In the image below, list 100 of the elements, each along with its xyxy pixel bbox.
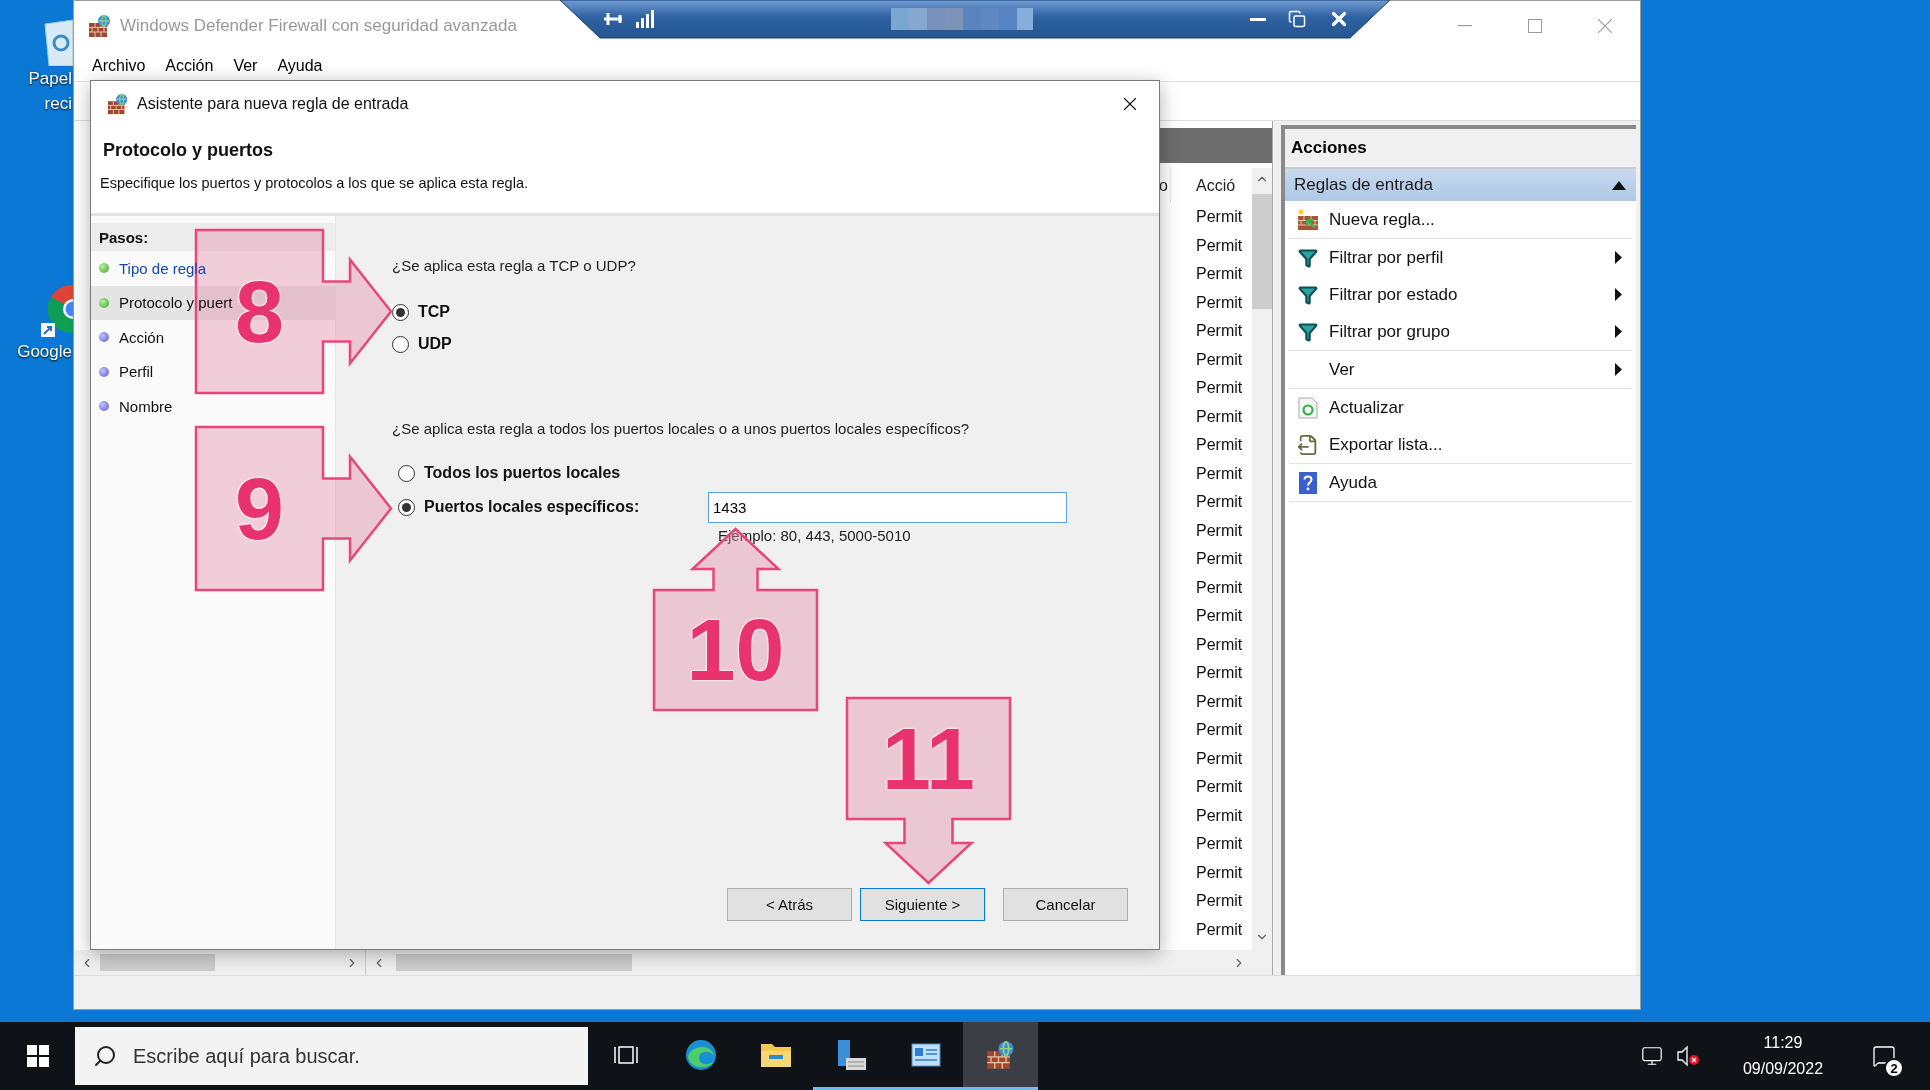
desktop-icon-label: reci (44, 93, 73, 115)
table-cell-text: Permit (1195, 749, 1244, 768)
action-item[interactable]: Filtrar por estado (1289, 276, 1632, 313)
minimize-icon[interactable] (1250, 17, 1266, 21)
menu-item[interactable]: Ayuda (267, 56, 333, 75)
help-icon (1299, 471, 1317, 494)
dialog-button[interactable]: Cancelar (1003, 888, 1128, 921)
radio-button[interactable] (392, 335, 409, 353)
action-item[interactable]: Ayuda (1289, 464, 1632, 501)
menu-item[interactable]: Acción (155, 56, 224, 75)
page-heading: Protocolo y puertos (103, 139, 274, 162)
refresh-icon (1298, 396, 1318, 419)
table-cell-text: Permit (1195, 692, 1244, 711)
recycle-bin-icon (43, 16, 73, 66)
muted-speaker-icon (1676, 1045, 1700, 1067)
step-item[interactable]: Protocolo y puert (119, 294, 233, 312)
scrollbar-thumb[interactable] (396, 954, 632, 971)
table-cell-text: Permit (1195, 806, 1244, 825)
port-input-field[interactable]: 1433 (708, 491, 1067, 523)
maximize-icon (1528, 18, 1542, 33)
desktop-icon-label: Google (17, 341, 73, 363)
table-cell-text: Permit (1195, 493, 1244, 512)
restore-icon[interactable] (1288, 10, 1306, 28)
brick-wall-icon (88, 13, 112, 38)
radio-label[interactable]: Puertos locales específicos: (424, 498, 640, 516)
table-cell-text: Permit (1195, 578, 1244, 597)
pane-title: Acciones (1285, 129, 1636, 169)
brick-wall-icon (107, 92, 129, 115)
action-item[interactable]: Actualizar (1289, 389, 1632, 426)
menu-item[interactable]: Ver (223, 56, 268, 75)
radio-label[interactable]: Todos los puertos locales (424, 464, 621, 482)
step-item[interactable]: Perfil (119, 363, 154, 381)
callout-number: 10 (686, 606, 785, 694)
table-cell-text: Permit (1195, 464, 1244, 483)
action-item[interactable]: Ver (1289, 351, 1632, 388)
horizontal-scrollbar[interactable] (74, 950, 365, 975)
filter-icon (1298, 321, 1318, 342)
browser-icon (684, 1038, 717, 1071)
desktop-icon-label: Papel (28, 68, 73, 90)
table-cell-text: Permit (1195, 664, 1244, 683)
radio-label[interactable]: UDP (418, 335, 452, 353)
page-description: Especifique los puertos y protocolos a los que se aplica esta regla. (100, 175, 529, 191)
filter-icon (1298, 247, 1318, 268)
scrollbar-thumb[interactable] (1252, 194, 1272, 309)
table-cell-text: Permit (1195, 607, 1244, 626)
table-cell-text: Permit (1195, 778, 1244, 797)
dialog-button[interactable]: < Atrás (727, 888, 852, 921)
action-item[interactable]: Exportar lista... (1289, 426, 1632, 463)
question-text: ¿Se aplica esta regla a todos los puertos locales o a unos puertos locales específicos? (392, 419, 970, 439)
table-cell-text: Permit (1195, 407, 1244, 426)
monitor-icon (1641, 1045, 1663, 1067)
radio-button[interactable] (392, 303, 409, 321)
menu-item[interactable]: Archivo (82, 56, 156, 75)
pin-icon[interactable] (602, 10, 624, 28)
scrollbar-thumb[interactable] (100, 954, 215, 971)
search-icon (93, 1044, 117, 1068)
callout-number: 11 (882, 714, 975, 803)
windows-icon (26, 1045, 49, 1067)
callout-number: 9 (235, 464, 284, 553)
dialog-title: Asistente para nueva regla de entrada (137, 94, 409, 113)
clock[interactable]: 11:29 09/09/2022 (1728, 1030, 1838, 1082)
radio-button[interactable] (398, 464, 415, 482)
vertical-scrollbar[interactable] (1252, 168, 1272, 950)
table-cell-text: Permit (1195, 835, 1244, 854)
question-text: ¿Se aplica esta regla a TCP o UDP? (392, 256, 637, 276)
callout-number: 8 (235, 267, 284, 356)
minimize-icon (1458, 24, 1472, 27)
action-item[interactable]: Filtrar por grupo (1289, 313, 1632, 350)
window-icon (910, 1041, 941, 1068)
action-item[interactable]: Filtrar por perfil (1289, 239, 1632, 276)
radio-button[interactable] (398, 498, 415, 516)
step-item[interactable]: Nombre (119, 397, 173, 415)
table-cell-text: Permit (1195, 322, 1244, 341)
brick-wall-icon (985, 1039, 1016, 1070)
steps-title: Pasos: (91, 223, 335, 251)
table-cell-text: Permit (1195, 721, 1244, 740)
table-cell-text: Permit (1195, 265, 1244, 284)
table-cell-text: Permit (1195, 293, 1244, 312)
table-cell-text: Permit (1195, 350, 1244, 369)
table-cell-text: Permit (1195, 550, 1244, 569)
column-header[interactable]: Acció (1171, 176, 1252, 195)
radio-label[interactable]: TCP (418, 303, 450, 321)
close-icon (1598, 18, 1612, 33)
notification-count: 2 (1884, 1058, 1904, 1078)
table-cell-text: Permit (1195, 920, 1244, 939)
window-title: Windows Defender Firewall con seguridad avanzada (120, 15, 517, 36)
search-field[interactable]: Escribe aquí para buscar. (75, 1027, 588, 1085)
dialog-button[interactable]: Siguiente > (860, 888, 985, 921)
step-item[interactable]: Acción (119, 328, 165, 346)
section-header[interactable]: Reglas de entrada (1285, 169, 1636, 201)
task-view-icon (613, 1043, 638, 1066)
export-icon (1297, 433, 1319, 456)
table-cell-text: Permit (1195, 892, 1244, 911)
brick-wall-icon (1297, 208, 1319, 231)
action-item[interactable]: Nueva regla... (1289, 201, 1632, 238)
section-title: Reglas de entrada (1294, 175, 1433, 195)
notifications-button[interactable]: 2 (1858, 1022, 1910, 1090)
table-cell-text: Permit (1195, 635, 1244, 654)
horizontal-scrollbar[interactable] (366, 950, 1272, 975)
table-cell-text: Permit (1195, 236, 1244, 255)
